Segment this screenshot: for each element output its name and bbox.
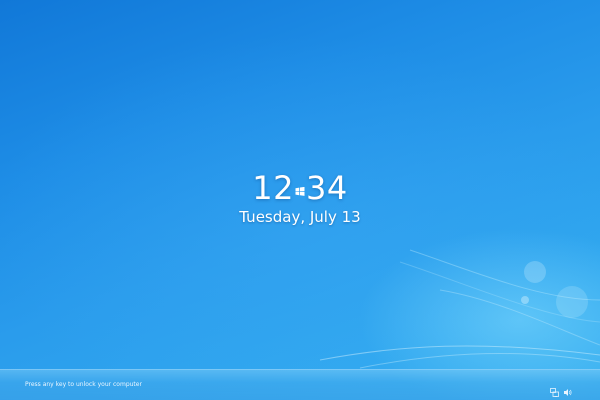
clock-hours: 12 (252, 169, 294, 207)
unlock-hint: Press any key to unlock your computer (25, 381, 142, 388)
lock-screen[interactable]: 12 34 Tuesday, July 13 Press any key to … (0, 0, 600, 400)
windows-logo-icon (294, 168, 306, 200)
date-label: Tuesday, July 13 (239, 208, 361, 226)
clock-minutes: 34 (306, 169, 348, 207)
bottom-bar: Press any key to unlock your computer (0, 369, 600, 400)
clock: 12 34 (0, 168, 600, 208)
system-tray (550, 381, 572, 397)
network-icon[interactable] (550, 382, 559, 397)
volume-icon[interactable] (563, 382, 572, 396)
